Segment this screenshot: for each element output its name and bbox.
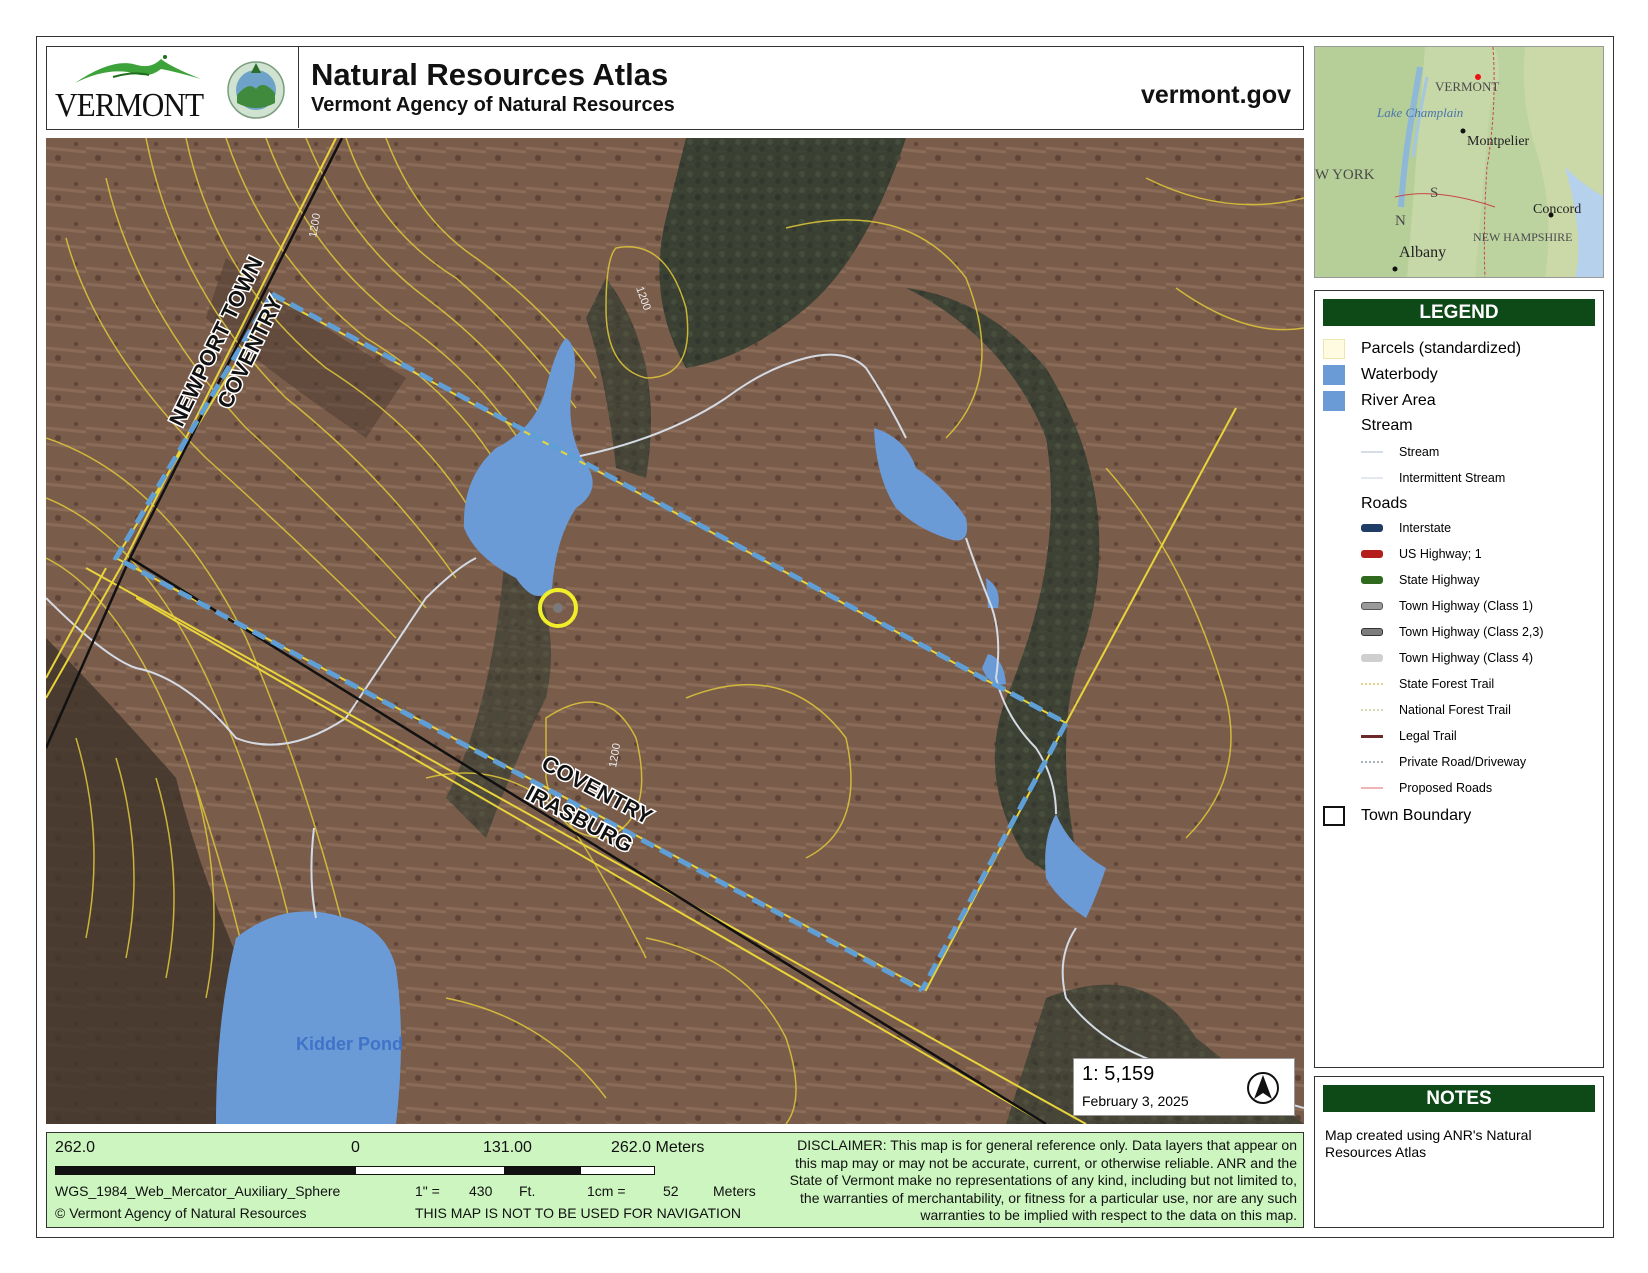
legal-trail-line-icon	[1361, 734, 1383, 738]
disclaimer-text: DISCLAIMER: This map is for general refe…	[789, 1137, 1297, 1223]
legend-item-intermittent-stream: Intermittent Stream	[1361, 467, 1505, 489]
locator-label-concord: Concord	[1533, 202, 1581, 217]
projection-text: WGS_1984_Web_Mercator_Auxiliary_Sphere	[55, 1183, 341, 1199]
scale-label-right: 262.0 Meters	[611, 1139, 705, 1156]
label-kidder-pond: Kidder Pond	[296, 1034, 403, 1054]
stream-line-icon	[1361, 451, 1383, 453]
legend-item-town-highway-class1: Town Highway (Class 1)	[1361, 595, 1533, 617]
vermont-gov-link[interactable]: vermont.gov	[1141, 81, 1291, 110]
legend-item-proposed-roads: Proposed Roads	[1361, 777, 1492, 799]
notes-text: Map created using ANR's Natural Resource…	[1325, 1127, 1532, 1160]
cm-value: 52	[663, 1183, 679, 1199]
legend-group-roads: Roads	[1361, 495, 1408, 512]
legend-item-parcels: Parcels (standardized)	[1323, 338, 1521, 360]
legend-item-state-forest-trail: State Forest Trail	[1361, 673, 1494, 695]
scale-bar-segment	[580, 1166, 655, 1175]
locator-label-nh: NEW HAMPSHIRE	[1473, 230, 1572, 244]
navigation-warning: THIS MAP IS NOT TO BE USED FOR NAVIGATIO…	[415, 1205, 741, 1221]
legend-title: LEGEND	[1323, 299, 1595, 326]
inch-value: 430	[469, 1183, 493, 1199]
legend-item-town-highway-class23: Town Highway (Class 2,3)	[1361, 621, 1544, 643]
scale-bar-segment	[55, 1166, 355, 1175]
locator-label-s: S	[1430, 185, 1438, 201]
map-title: Natural Resources Atlas	[311, 57, 669, 92]
scale-label-mid: 131.00	[483, 1139, 532, 1156]
waterbody-swatch-icon	[1323, 365, 1345, 385]
map-footer: 262.0 0 131.00 262.0 Meters WGS_1984_Web…	[46, 1132, 1304, 1228]
cm-label: 1cm =	[587, 1183, 626, 1199]
main-map[interactable]: NEWPORT TOWN COVENTRY COVENTRY IRASBURG …	[46, 138, 1304, 1124]
locator-map: VERMONT Lake Champlain Montpelier W YORK…	[1314, 46, 1604, 278]
town-highway-class4-line-icon	[1361, 654, 1383, 662]
national-forest-trail-line-icon	[1361, 709, 1383, 711]
locator-label-lake: Lake Champlain	[1376, 105, 1463, 120]
legend-item-state-highway: State Highway	[1361, 569, 1480, 591]
state-highway-line-icon	[1361, 576, 1383, 584]
legend-item-private-road: Private Road/Driveway	[1361, 751, 1526, 773]
logo-wordmark: VERMONT	[55, 87, 204, 124]
legend-item-town-highway-class4: Town Highway (Class 4)	[1361, 647, 1533, 669]
state-forest-trail-line-icon	[1361, 683, 1383, 685]
notes-panel: NOTES Map created using ANR's Natural Re…	[1314, 1076, 1604, 1228]
scale-label-left: 262.0	[55, 1139, 96, 1156]
scale-bar-segment	[505, 1166, 580, 1175]
us-highway-line-icon	[1361, 550, 1383, 558]
legend-item-us-highway: US Highway; 1	[1361, 543, 1482, 565]
scale-bar-segment	[355, 1166, 505, 1175]
legend-panel: LEGEND Parcels (standardized) Waterbody …	[1314, 290, 1604, 1068]
north-arrow-icon	[1247, 1072, 1279, 1104]
private-road-line-icon	[1361, 761, 1383, 763]
inch-unit: Ft.	[519, 1183, 536, 1199]
legend-item-national-forest-trail: National Forest Trail	[1361, 699, 1511, 721]
agency-seal-icon	[227, 61, 285, 119]
map-header: VERMONT Natural Resources Atlas Vermont …	[46, 46, 1304, 130]
scale-ratio-box: 1: 5,159 February 3, 2025	[1073, 1058, 1295, 1116]
legend-item-town-boundary: Town Boundary	[1323, 805, 1471, 827]
copyright-text: © Vermont Agency of Natural Resources	[55, 1205, 307, 1221]
legend-item-river-area: River Area	[1323, 390, 1436, 412]
locator-label-albany: Albany	[1399, 244, 1446, 261]
parcels-swatch-icon	[1323, 339, 1345, 359]
river-area-swatch-icon	[1323, 391, 1345, 411]
notes-title: NOTES	[1323, 1085, 1595, 1112]
inch-label: 1" =	[415, 1183, 440, 1199]
locator-label-vermont: VERMONT	[1435, 79, 1499, 94]
town-highway-class1-line-icon	[1361, 602, 1383, 610]
map-subtitle: Vermont Agency of Natural Resources	[311, 94, 675, 116]
legend-item-stream: Stream	[1361, 441, 1439, 463]
vermont-logo: VERMONT	[47, 47, 299, 128]
legend-group-stream: Stream	[1361, 417, 1413, 434]
locator-label-n: N	[1395, 213, 1406, 229]
scale-ratio: 1: 5,159	[1082, 1063, 1155, 1085]
locator-label-york: W YORK	[1315, 167, 1375, 183]
proposed-roads-line-icon	[1361, 787, 1383, 789]
scale-label-zero: 0	[351, 1139, 360, 1156]
map-date: February 3, 2025	[1082, 1093, 1189, 1109]
cm-unit: Meters	[713, 1183, 756, 1199]
town-highway-class23-line-icon	[1361, 628, 1383, 636]
legend-item-interstate: Interstate	[1361, 517, 1451, 539]
legend-item-legal-trail: Legal Trail	[1361, 725, 1457, 747]
town-boundary-swatch-icon	[1323, 806, 1345, 826]
legend-item-waterbody: Waterbody	[1323, 364, 1438, 386]
interstate-line-icon	[1361, 524, 1383, 532]
intermittent-stream-line-icon	[1361, 477, 1383, 479]
locator-label-montpelier: Montpelier	[1467, 134, 1530, 149]
